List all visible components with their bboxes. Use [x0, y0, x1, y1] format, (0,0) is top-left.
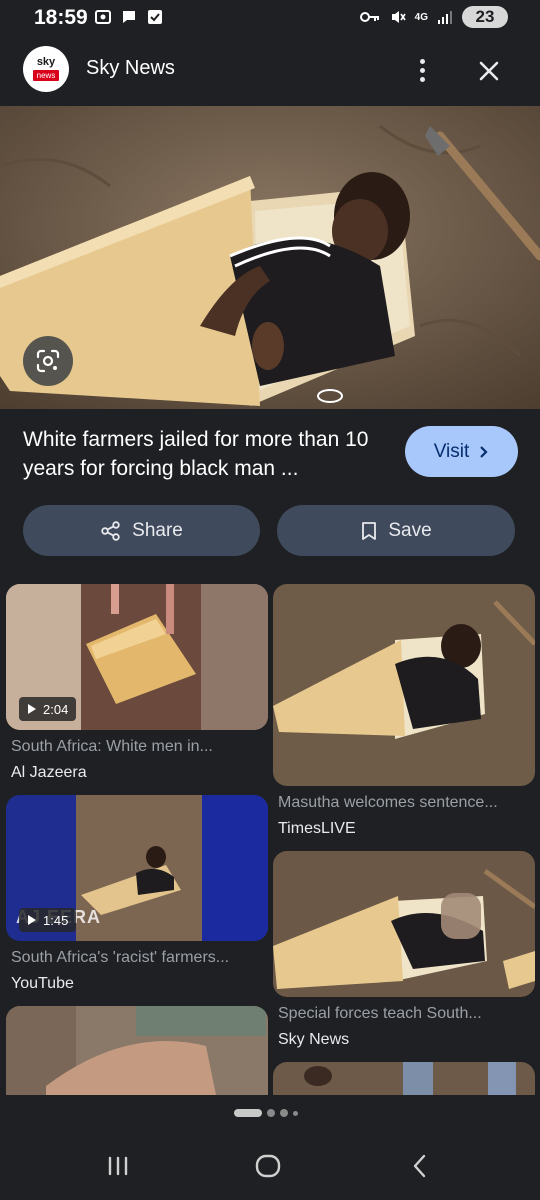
related-card[interactable]: Special forces teach South... Sky News	[273, 851, 535, 1051]
battery-indicator: 23	[462, 6, 508, 28]
source-title[interactable]: Sky News	[86, 57, 175, 80]
pager-dot	[293, 1110, 298, 1116]
related-thumbnail	[6, 1006, 268, 1095]
checkbox-icon	[148, 10, 162, 24]
related-title: South Africa: White men in...	[11, 738, 213, 755]
recent-apps-icon[interactable]	[104, 1152, 132, 1180]
duration-text: 2:04	[43, 701, 69, 717]
related-source: TimesLIVE	[278, 820, 356, 837]
pager-dot	[280, 1109, 288, 1117]
video-duration-badge: 2:04	[19, 697, 77, 721]
related-source: Sky News	[278, 1031, 350, 1048]
pager-dot-active	[234, 1109, 262, 1117]
related-card[interactable]: Masutha welcomes sentence... TimesLIVE	[273, 584, 535, 837]
carousel-pager	[234, 1109, 298, 1117]
related-source: Al Jazeera	[11, 764, 87, 781]
more-vert-icon	[419, 58, 425, 64]
system-navigation-bar	[0, 1130, 540, 1200]
share-label: Share	[132, 519, 183, 541]
related-source: YouTube	[11, 975, 74, 992]
related-title: Masutha welcomes sentence...	[278, 794, 498, 811]
main-image-illustration	[0, 106, 540, 409]
notification-icons	[94, 8, 164, 26]
key-icon	[359, 12, 379, 22]
related-card[interactable]: 2:04 South Africa: White men in... Al Ja…	[6, 584, 268, 784]
play-icon	[28, 915, 36, 925]
related-title: Special forces teach South...	[278, 1005, 482, 1022]
chevron-right-icon	[480, 445, 488, 458]
network-type: 4G	[414, 11, 428, 23]
status-right: 4G 23	[359, 6, 508, 28]
status-bar: 18:59 4G 23	[0, 0, 540, 36]
home-icon[interactable]	[254, 1152, 282, 1180]
visit-label: Visit	[433, 440, 470, 462]
related-title: South Africa's 'racist' farmers...	[11, 949, 230, 966]
play-icon	[28, 704, 36, 714]
back-icon[interactable]	[406, 1152, 434, 1180]
related-thumbnail	[273, 1062, 535, 1095]
result-headline[interactable]: White farmers jailed for more than 10 ye…	[23, 425, 393, 483]
screenshot-icon	[95, 10, 111, 24]
save-button[interactable]: Save	[277, 505, 515, 556]
lens-icon	[36, 349, 60, 373]
related-thumbnail	[273, 584, 535, 786]
logo-news-text: news	[32, 70, 60, 81]
related-thumbnail	[273, 851, 535, 997]
related-card[interactable]	[6, 1006, 268, 1095]
more-options-button[interactable]	[406, 50, 438, 90]
save-label: Save	[388, 519, 432, 541]
logo-sky-text: sky	[36, 56, 56, 68]
share-button[interactable]: Share	[23, 505, 260, 556]
mute-icon	[391, 11, 406, 23]
pager-dot	[267, 1109, 275, 1117]
viewer-header: sky news Sky News	[0, 36, 540, 104]
related-card[interactable]: AJ EERA 1:45 South Africa's 'racist' far…	[6, 795, 268, 995]
lens-button[interactable]	[23, 336, 73, 386]
visit-button[interactable]: Visit	[405, 426, 518, 477]
duration-text: 1:45	[43, 912, 69, 928]
video-duration-badge: 1:45	[19, 908, 77, 932]
share-icon	[101, 520, 120, 541]
status-time: 18:59	[34, 6, 88, 29]
chat-icon	[123, 11, 135, 23]
main-image[interactable]	[0, 106, 540, 409]
close-icon[interactable]	[470, 52, 508, 90]
related-card[interactable]	[273, 1062, 535, 1095]
bookmark-icon	[362, 521, 377, 540]
signal-icon	[438, 11, 452, 24]
sky-news-logo: sky news	[23, 46, 69, 92]
